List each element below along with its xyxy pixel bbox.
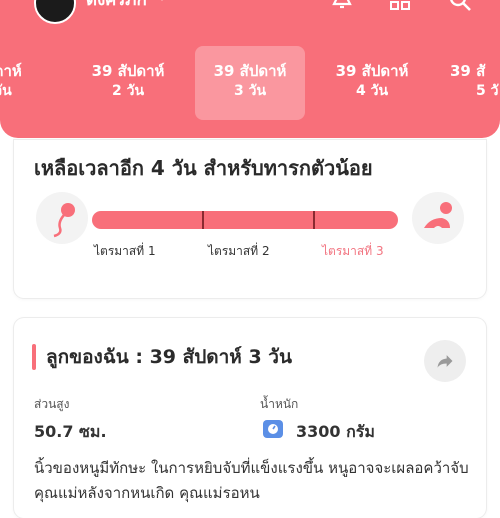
week-tab-day: 2 วัน (111, 83, 145, 99)
share-icon (437, 355, 453, 368)
week-tab-week: 39 สั (450, 62, 486, 80)
week-tab-week: ปดาห์ (0, 62, 22, 80)
progress-fill (92, 211, 398, 229)
week-tab[interactable]: ปดาห์ วัน (0, 46, 58, 120)
trimester-divider (202, 211, 204, 229)
week-tab-week: 39 สัปดาห์ (91, 62, 165, 80)
trimester-label-2: ไตรมาสที่ 2 (208, 244, 270, 258)
scale-icon (262, 417, 284, 439)
pregnancy-progress-bar (92, 211, 404, 229)
title-accent-bar (32, 344, 36, 370)
week-tab[interactable]: 39 สั 5 วั (418, 46, 500, 120)
week-tab[interactable]: 39 สัปดาห์ 4 วัน (317, 46, 427, 120)
week-tab-day: 3 วัน (233, 83, 267, 99)
height-label: ส่วนสูง (34, 397, 70, 411)
countdown-title: เหลือเวลาอีก 4 วัน สำหรับทารกตัวน้อย (34, 156, 373, 180)
avatar[interactable] (34, 0, 76, 24)
baby-info-card: ลูกของฉัน : 39 สัปดาห์ 3 วัน ส่วนสูง 50.… (14, 318, 486, 518)
chevron-down-icon[interactable] (150, 0, 174, 8)
week-tab-selected[interactable]: 39 สัปดาห์ 3 วัน (195, 46, 305, 120)
sperm-egg-icon (36, 192, 88, 244)
week-tab-day: 4 วัน (355, 83, 389, 99)
grid-icon[interactable] (388, 0, 412, 12)
baby-crawling-icon (412, 192, 464, 244)
username[interactable]: ดงศรภก (86, 0, 147, 13)
bell-icon[interactable] (330, 0, 354, 12)
header: ดงศรภก ปดาห์ วัน 39 สัปดาห์ 2 วัน 39 สัป… (0, 0, 500, 138)
trimester-label-3: ไตรมาสที่ 3 (322, 244, 384, 258)
height-value: 50.7 ซม. (34, 422, 107, 441)
weight-label: น้ำหนัก (260, 397, 299, 411)
week-tab[interactable]: 39 สัปดาห์ 2 วัน (73, 46, 183, 120)
week-tab-day: วัน (0, 83, 12, 99)
baby-title: ลูกของฉัน : 39 สัปดาห์ 3 วัน (46, 346, 292, 368)
weight-value: 3300 กรัม (296, 422, 375, 441)
share-button[interactable] (424, 340, 466, 382)
trimester-label-1: ไตรมาสที่ 1 (94, 244, 156, 258)
countdown-card: เหลือเวลาอีก 4 วัน สำหรับทารกตัวน้อย ไตร… (14, 140, 486, 298)
week-tab-week: 39 สัปดาห์ (335, 62, 409, 80)
baby-description: นิ้วของหนูมีทักษะ ในการหยิบจับที่แข็งแรง… (34, 459, 469, 502)
week-tab-day: 5 วั (476, 83, 499, 99)
week-tab-week: 39 สัปดาห์ (213, 62, 287, 80)
trimester-divider (313, 211, 315, 229)
search-icon[interactable] (448, 0, 472, 12)
